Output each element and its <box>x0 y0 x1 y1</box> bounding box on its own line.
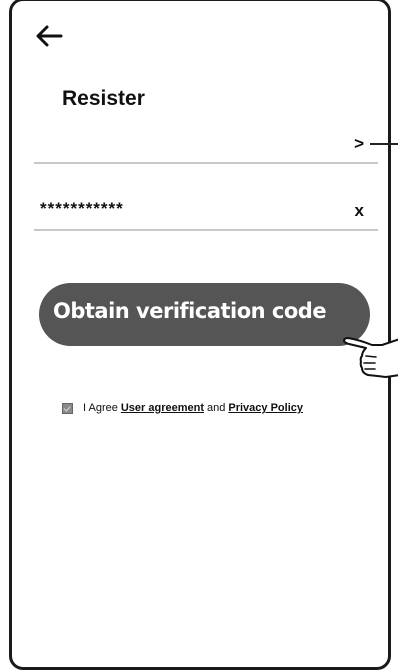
account-field[interactable]: > <box>34 124 378 164</box>
agree-checkbox[interactable] <box>62 402 73 414</box>
clear-icon[interactable]: x <box>355 201 364 221</box>
obtain-verification-code-button[interactable]: Obtain verification code <box>39 283 370 346</box>
back-arrow-icon[interactable] <box>34 23 64 49</box>
and-text: and <box>207 402 226 414</box>
agree-prefix: I Agree <box>83 402 118 414</box>
password-value: *********** <box>40 199 124 218</box>
callout-line <box>370 143 398 145</box>
pointing-hand-icon <box>343 337 398 378</box>
account-chevron-icon[interactable]: > <box>354 134 364 154</box>
user-agreement-link[interactable]: User agreement <box>121 402 204 414</box>
privacy-policy-link[interactable]: Privacy Policy <box>228 402 303 414</box>
agreement-row: I Agree User agreement and Privacy Polic… <box>62 399 303 417</box>
phone-frame: Resister > *********** x Obtain verifica… <box>9 0 391 670</box>
page-title: Resister <box>62 87 145 110</box>
password-field[interactable]: *********** x <box>34 191 378 231</box>
